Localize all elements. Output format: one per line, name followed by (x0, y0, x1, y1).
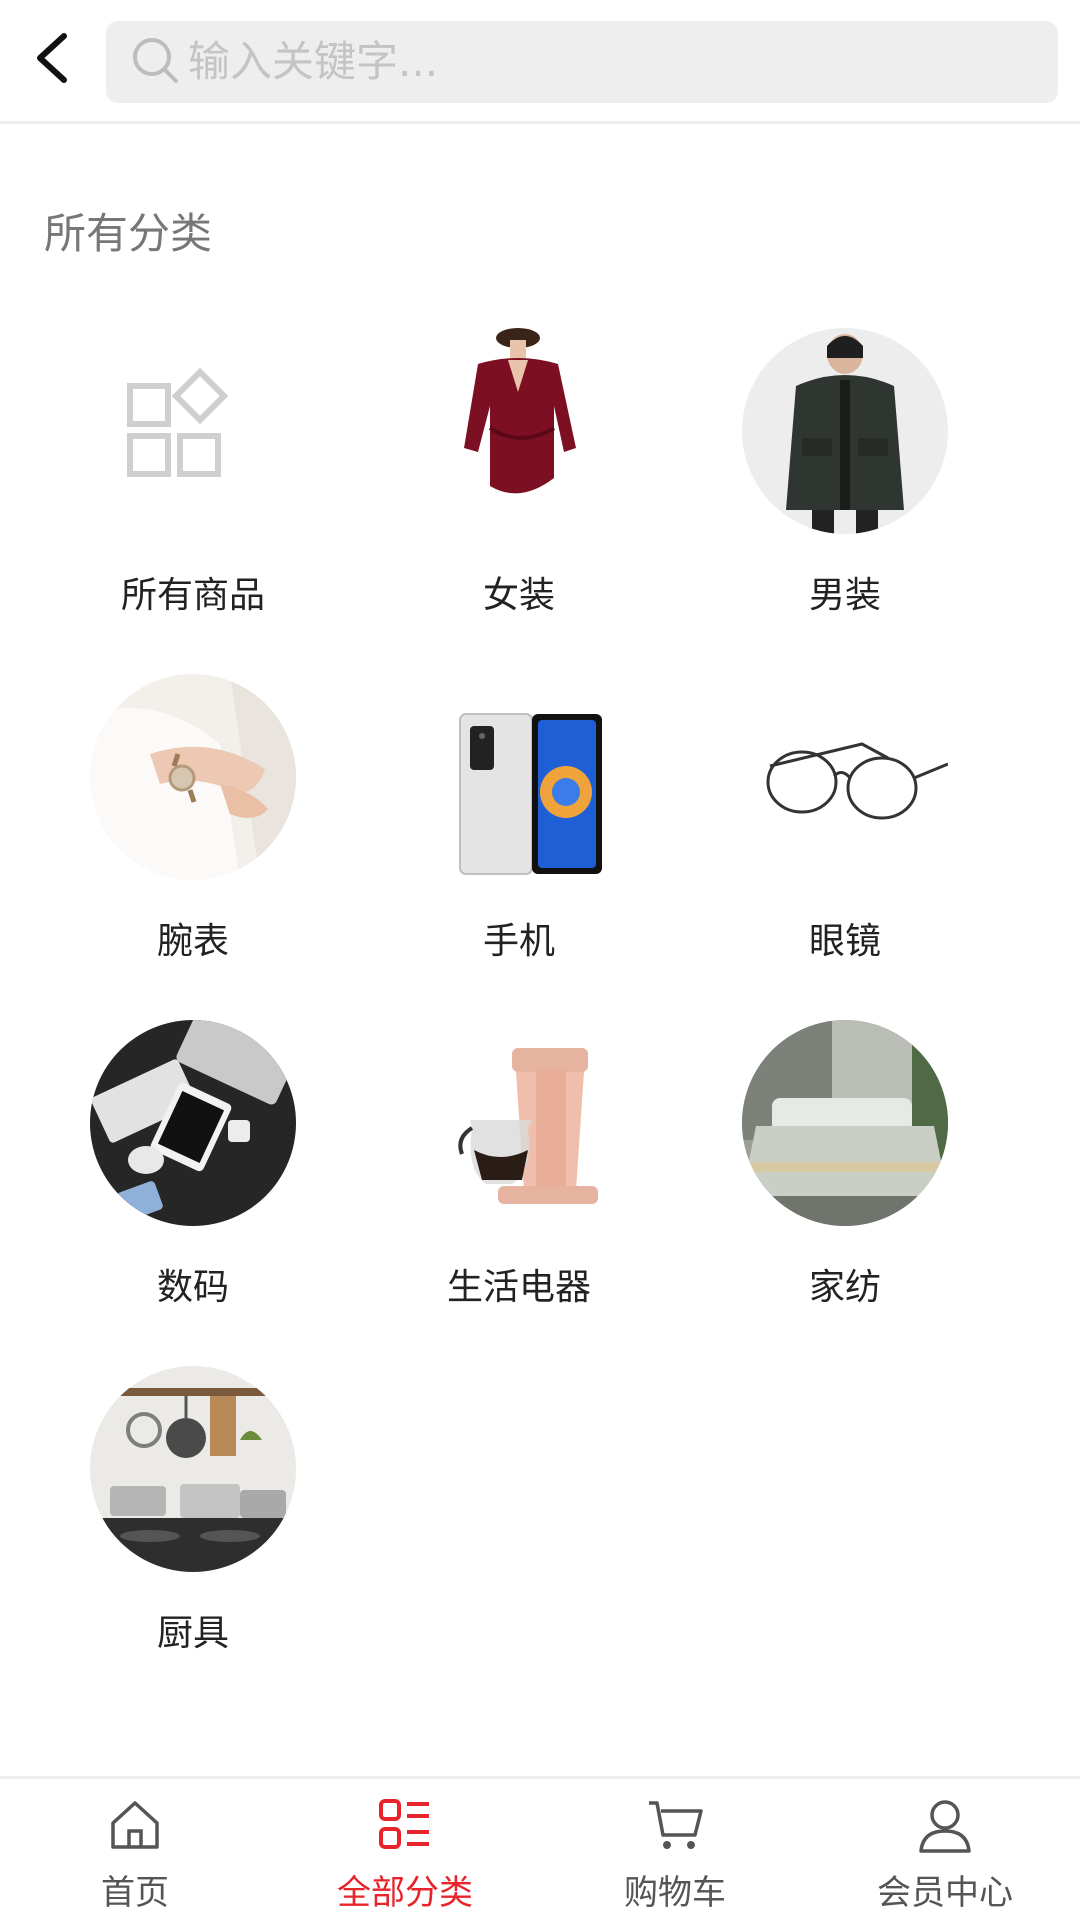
tab-label: 会员中心 (877, 1873, 1013, 1913)
category-item-womens[interactable]: 女装 (356, 320, 682, 666)
category-label: 所有商品 (120, 575, 265, 616)
category-item-watch[interactable]: 腕表 (30, 666, 356, 1012)
coffee-maker-image (416, 1020, 622, 1226)
chevron-left-icon (37, 33, 67, 83)
search-placeholder: 输入关键字... (188, 37, 439, 86)
category-label: 厨具 (156, 1613, 229, 1654)
search-input[interactable]: 输入关键字... (106, 21, 1058, 103)
tab-label: 全部分类 (337, 1873, 473, 1913)
bedding-image (742, 1020, 948, 1226)
category-item-digital[interactable]: 数码 (30, 1012, 356, 1358)
eyeglasses-image (742, 674, 948, 880)
category-grid: 所有商品 女装 男装 腕表 手机 眼镜 数码 生活电器 家纺 厨具 (0, 320, 1080, 1704)
user-icon (919, 1800, 971, 1853)
category-item-glasses[interactable]: 眼镜 (682, 666, 1008, 1012)
top-bar: 输入关键字... (0, 0, 1080, 124)
tab-label: 首页 (101, 1873, 169, 1913)
category-label: 生活电器 (446, 1267, 591, 1308)
tab-member-center[interactable]: 会员中心 (810, 1779, 1080, 1920)
mens-jacket-image (742, 328, 948, 534)
cookware-image (90, 1366, 296, 1572)
category-item-appliances[interactable]: 生活电器 (356, 1012, 682, 1358)
bottom-tab-bar: 首页 全部分类 购物车 会员中心 (0, 1776, 1080, 1920)
category-label: 男装 (808, 575, 881, 616)
tab-all-categories[interactable]: 全部分类 (270, 1779, 540, 1920)
category-label: 手机 (482, 921, 555, 962)
section-title: 所有分类 (44, 209, 213, 258)
category-label: 女装 (482, 575, 555, 616)
category-item-bedding[interactable]: 家纺 (682, 1012, 1008, 1358)
search-icon (133, 38, 178, 83)
category-item-phone[interactable]: 手机 (356, 666, 682, 1012)
category-item-mens[interactable]: 男装 (682, 320, 1008, 666)
wristwatch-image (90, 674, 296, 880)
foldable-phone-image (416, 674, 622, 880)
category-label: 数码 (156, 1267, 229, 1308)
category-label: 家纺 (808, 1267, 881, 1308)
grid-apps-icon (90, 328, 296, 534)
tab-cart[interactable]: 购物车 (540, 1779, 810, 1920)
category-page: 输入关键字... 所有分类 所有商品 女装 男装 腕表 手机 眼镜 数码 生活电… (0, 0, 1080, 1920)
back-button[interactable] (26, 26, 82, 90)
digital-devices-image (90, 1020, 296, 1226)
category-item-cookware[interactable]: 厨具 (30, 1358, 356, 1704)
home-icon (111, 1801, 159, 1849)
category-label: 腕表 (156, 921, 229, 962)
category-label: 眼镜 (808, 921, 881, 962)
womens-dress-image (416, 328, 622, 534)
category-list-icon (379, 1799, 429, 1849)
tab-home[interactable]: 首页 (0, 1779, 270, 1920)
tab-label: 购物车 (624, 1873, 726, 1913)
cart-icon (649, 1801, 703, 1849)
category-item-all[interactable]: 所有商品 (30, 320, 356, 666)
